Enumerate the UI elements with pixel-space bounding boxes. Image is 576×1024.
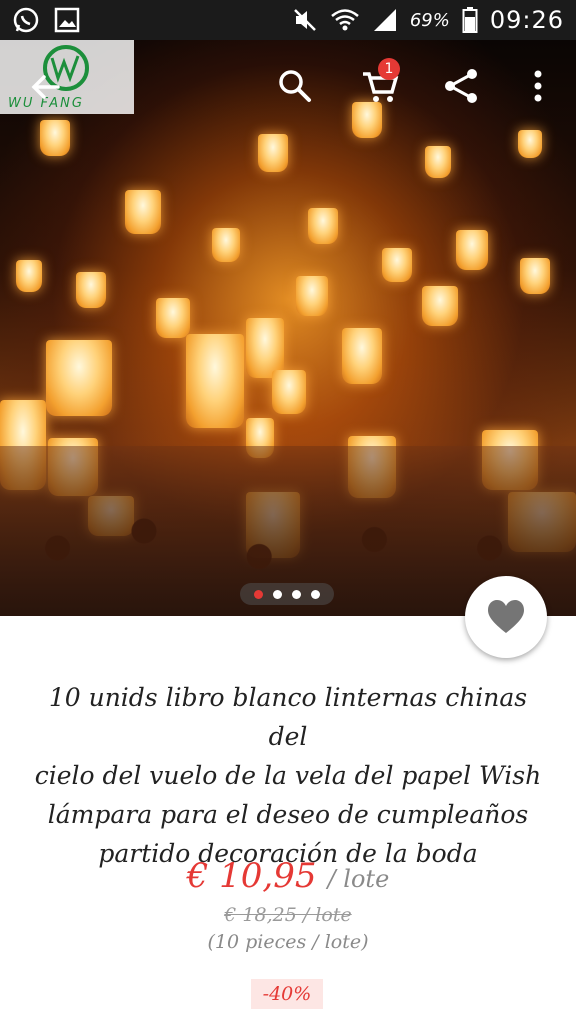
heart-icon <box>488 600 524 633</box>
back-arrow-icon[interactable] <box>28 70 62 104</box>
title-line: cielo del vuelo de la vela del papel Wis… <box>34 761 542 790</box>
product-title: 10 unids libro blanco linternas chinas d… <box>30 678 546 873</box>
whatsapp-icon <box>12 6 40 34</box>
favorite-button[interactable] <box>465 576 547 658</box>
pieces-per-lot: (10 pieces / lote) <box>207 931 369 953</box>
pager-dot[interactable] <box>254 589 263 599</box>
signal-icon <box>372 7 398 33</box>
product-image[interactable] <box>0 40 576 616</box>
pager-dot[interactable] <box>273 589 282 599</box>
logo-watermark: WU FANG <box>0 40 134 114</box>
wifi-icon <box>330 7 360 33</box>
title-line: lámpara para el deseo de cumpleaños <box>47 800 529 829</box>
search-icon[interactable] <box>275 66 315 106</box>
pager-dot[interactable] <box>311 589 320 599</box>
cart-badge: 1 <box>378 58 400 80</box>
mute-icon <box>292 7 318 33</box>
current-price: € 10,95 <box>186 856 317 896</box>
price-unit: / lote <box>327 865 390 893</box>
status-bar: 69% 09:26 <box>0 0 576 40</box>
discount-badge: -40% <box>251 979 323 1009</box>
original-price: € 18,25 / lote <box>224 904 352 926</box>
title-line: 10 unids libro blanco linternas chinas d… <box>48 683 528 751</box>
pager-dot[interactable] <box>292 589 301 599</box>
battery-icon <box>462 6 478 34</box>
share-icon[interactable] <box>442 66 482 106</box>
gallery-icon <box>54 7 80 33</box>
price-row: € 10,95 / lote <box>0 856 576 896</box>
battery-percent: 69% <box>409 9 450 31</box>
clock: 09:26 <box>489 6 564 34</box>
more-icon[interactable] <box>518 66 558 106</box>
image-pager[interactable] <box>240 583 334 605</box>
